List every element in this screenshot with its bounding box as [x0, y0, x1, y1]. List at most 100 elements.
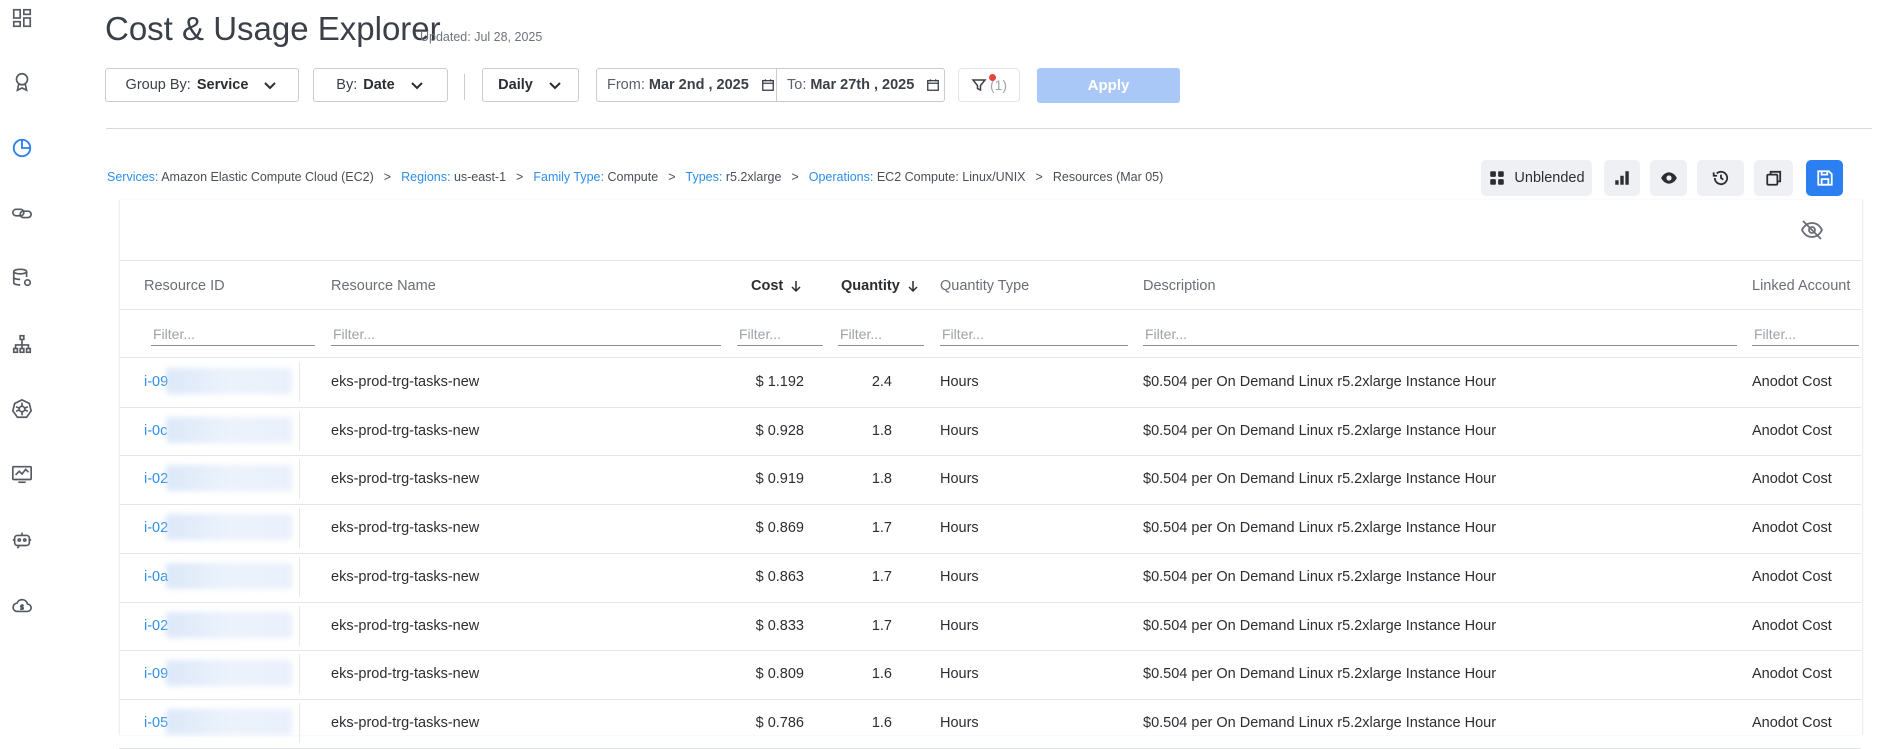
- chevron-down-icon: [264, 82, 277, 90]
- history-button[interactable]: [1697, 160, 1744, 196]
- linked-account-cell: Anodot Cost: [1752, 422, 1832, 439]
- save-button[interactable]: [1806, 160, 1843, 196]
- breadcrumb-services[interactable]: Services: Amazon Elastic Compute Cloud (…: [107, 170, 374, 184]
- sort-down-icon: [908, 281, 918, 293]
- filter-quantity-type[interactable]: [940, 322, 1128, 346]
- eye-icon: [1660, 172, 1677, 184]
- redacted-id-blur: [166, 611, 292, 638]
- table-top-divider: [119, 260, 1861, 261]
- breadcrumb-separator: >: [516, 170, 524, 184]
- from-label: From:: [607, 77, 645, 93]
- breadcrumb-types[interactable]: Types: r5.2xlarge: [686, 170, 782, 184]
- header-row-divider: [119, 309, 1861, 310]
- linked-account-cell: Anodot Cost: [1752, 617, 1832, 634]
- column-header-resource-id[interactable]: Resource ID: [144, 278, 225, 294]
- column-header-linked-account[interactable]: Linked Account: [1752, 278, 1850, 294]
- table-row-divider: [119, 650, 1861, 652]
- redacted-id-blur: [166, 416, 292, 443]
- cost-chart-icon[interactable]: [10, 136, 34, 160]
- by-date-dropdown[interactable]: By: Date: [313, 68, 448, 102]
- filter-quantity[interactable]: [838, 322, 924, 346]
- resource-id-link[interactable]: i-0a: [144, 569, 168, 585]
- kubernetes-icon[interactable]: [10, 397, 34, 421]
- quantity-type-cell: Hours: [940, 471, 979, 488]
- by-label: By:: [336, 77, 358, 93]
- cost-cell: $ 0.928: [755, 422, 804, 439]
- description-cell: $0.504 per On Demand Linux r5.2xlarge In…: [1143, 471, 1497, 488]
- column-header-resource-name[interactable]: Resource Name: [331, 278, 436, 294]
- breadcrumb-operations[interactable]: Operations: EC2 Compute: Linux/UNIX: [809, 170, 1026, 184]
- breadcrumb-family-type[interactable]: Family Type: Compute: [533, 170, 658, 184]
- resource-name-cell: eks-prod-trg-tasks-new: [331, 568, 480, 585]
- group-by-dropdown[interactable]: Group By: Service: [105, 68, 299, 102]
- to-date-picker[interactable]: To: Mar 27th , 2025: [776, 68, 945, 102]
- column-header-cost[interactable]: Cost: [751, 278, 803, 294]
- column-divider: [299, 459, 300, 500]
- column-divider: [299, 654, 300, 695]
- from-date-picker[interactable]: From: Mar 2nd , 2025: [596, 68, 777, 102]
- resource-id-link[interactable]: i-09: [144, 374, 168, 390]
- column-header-quantity-type[interactable]: Quantity Type: [940, 278, 1029, 294]
- cost-cell: $ 0.833: [755, 617, 804, 634]
- visibility-button[interactable]: [1650, 160, 1687, 196]
- quantity-type-cell: Hours: [940, 422, 979, 439]
- resource-id-link[interactable]: i-02: [144, 471, 168, 487]
- filter-cost[interactable]: [737, 322, 823, 346]
- bot-icon[interactable]: [10, 528, 34, 552]
- filter-row-divider: [119, 357, 1861, 358]
- hide-columns-icon[interactable]: [1799, 218, 1825, 242]
- quantity-cell: 1.7: [871, 617, 892, 634]
- dashboard-icon[interactable]: [10, 6, 34, 30]
- cost-cell: $ 0.863: [755, 568, 804, 585]
- description-cell: $0.504 per On Demand Linux r5.2xlarge In…: [1143, 617, 1497, 634]
- by-value: Date: [363, 77, 395, 93]
- cost-cell: $ 0.809: [755, 666, 804, 683]
- sidebar: [0, 0, 44, 735]
- database-settings-icon[interactable]: [10, 266, 34, 290]
- cloud-cost-icon[interactable]: [10, 593, 34, 617]
- resource-id-link[interactable]: i-02: [144, 618, 168, 634]
- filter-linked-account[interactable]: [1752, 322, 1859, 346]
- chevron-down-icon: [549, 82, 561, 90]
- filter-resource-id[interactable]: [151, 322, 315, 346]
- filter-button[interactable]: (1): [958, 68, 1020, 102]
- redacted-id-blur: [166, 514, 292, 541]
- filter-resource-name[interactable]: [331, 322, 721, 346]
- resource-name-cell: eks-prod-trg-tasks-new: [331, 374, 480, 390]
- hierarchy-icon[interactable]: [10, 332, 34, 356]
- chevron-down-icon: [410, 82, 423, 90]
- badge-icon[interactable]: [10, 70, 34, 94]
- calendar-icon: [927, 79, 940, 91]
- quantity-cell: 1.6: [871, 714, 892, 731]
- description-cell: $0.504 per On Demand Linux r5.2xlarge In…: [1143, 520, 1497, 537]
- link-icon[interactable]: [10, 201, 34, 225]
- page-title: Cost & Usage Explorer: [105, 10, 441, 47]
- cost-cell: $ 0.919: [755, 471, 804, 488]
- filter-active-dot: [989, 74, 996, 81]
- redacted-id-blur: [166, 465, 292, 492]
- to-label: To:: [787, 77, 807, 93]
- resource-name-cell: eks-prod-trg-tasks-new: [331, 714, 480, 731]
- granularity-dropdown[interactable]: Daily: [482, 68, 579, 102]
- resource-id-link[interactable]: i-09: [144, 666, 168, 682]
- duplicate-button[interactable]: [1754, 160, 1793, 196]
- filter-description[interactable]: [1143, 322, 1737, 346]
- apply-button[interactable]: Apply: [1037, 68, 1180, 103]
- resource-id-link[interactable]: i-0c: [144, 423, 167, 439]
- redacted-id-blur: [166, 660, 292, 687]
- resource-id-link[interactable]: i-02: [144, 520, 168, 536]
- column-header-quantity[interactable]: Quantity: [841, 278, 920, 294]
- quantity-cell: 2.4: [871, 374, 892, 390]
- resource-id-link[interactable]: i-05: [144, 715, 168, 731]
- redacted-id-blur: [166, 708, 292, 735]
- cost-type-button[interactable]: Unblended: [1481, 160, 1592, 196]
- copy-icon: [1765, 170, 1781, 186]
- monitoring-icon[interactable]: [10, 462, 34, 486]
- breadcrumb: Services: Amazon Elastic Compute Cloud (…: [107, 170, 1163, 184]
- cost-cell: $ 0.869: [755, 520, 804, 537]
- chart-view-button[interactable]: [1604, 160, 1640, 196]
- breadcrumb-regions[interactable]: Regions: us-east-1: [401, 170, 506, 184]
- column-header-description[interactable]: Description: [1143, 278, 1216, 294]
- sort-down-icon: [791, 281, 801, 293]
- header-divider: [106, 128, 1872, 129]
